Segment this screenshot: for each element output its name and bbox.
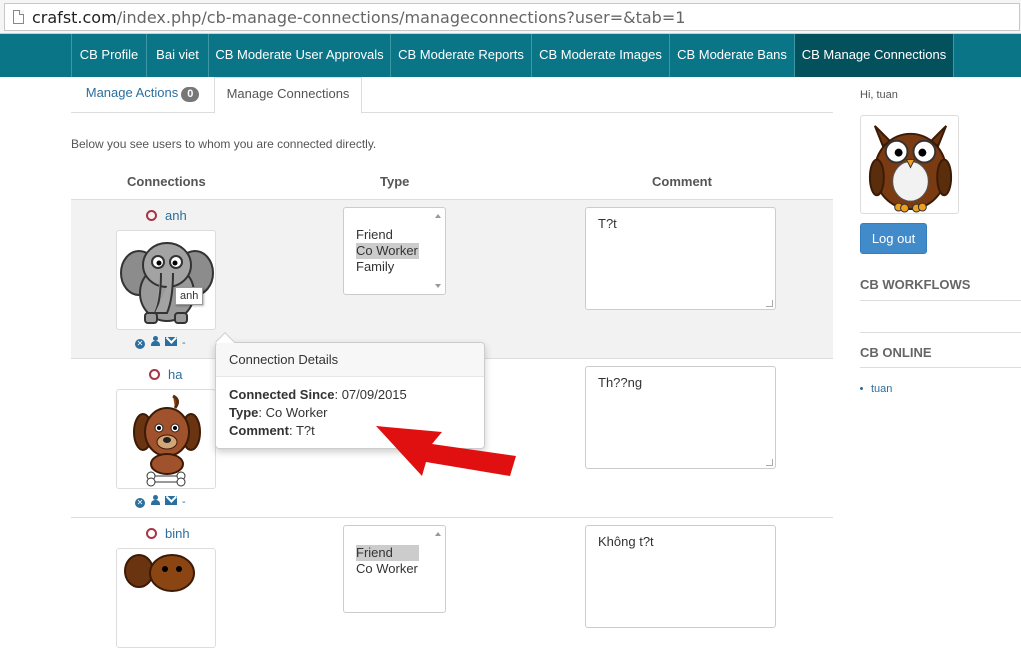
page-icon <box>13 10 24 24</box>
remove-icon[interactable]: ✕ <box>135 339 145 349</box>
greeting-text: Hi, tuan <box>860 89 898 101</box>
beaver-avatar-icon <box>124 554 195 592</box>
remove-circle-icon <box>146 528 157 539</box>
mail-icon[interactable] <box>165 496 177 505</box>
actions-count-badge: 0 <box>181 87 200 102</box>
connection-actions: ✕ - <box>135 336 191 349</box>
profile-icon[interactable] <box>150 495 160 505</box>
nav-tab-bai-viet[interactable]: Bai viet <box>147 34 209 77</box>
type-option-selected[interactable]: Co Worker <box>356 243 419 259</box>
divider <box>860 332 1021 333</box>
type-option[interactable]: Friend <box>356 227 419 243</box>
type-option[interactable]: Family <box>356 259 419 275</box>
nav-tab-cb-profile[interactable]: CB Profile <box>71 34 147 77</box>
browser-address-bar: crafst.com/index.php/cb-manage-connectio… <box>0 0 1021 34</box>
scroll-down-icon[interactable] <box>435 284 441 288</box>
comment-field-binh[interactable]: Không t?t <box>585 525 776 628</box>
connection-actions: ✕ - <box>135 495 191 508</box>
avatar-anh[interactable] <box>116 230 216 330</box>
select-scrollbar[interactable] <box>432 208 445 294</box>
mail-icon[interactable] <box>165 337 177 346</box>
avatar-binh[interactable] <box>116 548 216 648</box>
cb-online-heading: CB ONLINE <box>860 345 932 360</box>
nav-tab-moderate-reports[interactable]: CB Moderate Reports <box>391 34 532 77</box>
owl-avatar-icon <box>868 125 953 213</box>
nav-tab-manage-connections[interactable]: CB Manage Connections <box>795 34 954 77</box>
url-field[interactable]: crafst.com/index.php/cb-manage-connectio… <box>4 3 1020 31</box>
comment-field-ha[interactable]: Th??ng <box>585 366 776 469</box>
type-option-selected[interactable]: Friend <box>356 545 419 561</box>
intro-text: Below you see users to whom you are conn… <box>71 137 377 151</box>
column-header-type: Type <box>380 174 410 189</box>
resize-grip-icon[interactable] <box>766 300 773 307</box>
popover-title: Connection Details <box>216 343 484 377</box>
elephant-avatar-icon <box>120 242 214 324</box>
url-text: crafst.com/index.php/cb-manage-connectio… <box>32 8 686 27</box>
user-link-binh[interactable]: binh <box>146 526 190 541</box>
user-link-anh[interactable]: anh <box>146 208 187 223</box>
username-tooltip: anh <box>175 287 204 305</box>
profile-icon[interactable] <box>150 336 160 346</box>
online-user-tuan[interactable]: tuan <box>860 383 892 395</box>
column-header-comment: Comment <box>652 174 712 189</box>
tab-manage-actions[interactable]: Manage Actions 0 <box>71 77 214 113</box>
bullet-icon <box>860 387 863 390</box>
cb-workflows-heading: CB WORKFLOWS <box>860 277 971 292</box>
type-select-anh[interactable]: Friend Co Worker Family <box>343 207 446 295</box>
divider <box>860 367 1021 368</box>
user-avatar[interactable] <box>860 115 959 214</box>
avatar-ha[interactable] <box>116 389 216 489</box>
remove-circle-icon <box>149 369 160 380</box>
red-arrow-icon <box>376 426 516 476</box>
connection-tabs: Manage Actions 0 Manage Connections <box>71 77 833 114</box>
top-navigation: CB Profile Bai viet CB Moderate User App… <box>0 34 1021 77</box>
remove-icon[interactable]: ✕ <box>135 498 145 508</box>
comment-field-anh[interactable]: T?t <box>585 207 776 310</box>
column-header-connections: Connections <box>127 174 206 189</box>
action-separator: - <box>182 337 186 349</box>
logout-button[interactable]: Log out <box>860 223 927 254</box>
user-link-ha[interactable]: ha <box>149 367 182 382</box>
dog-avatar-icon <box>133 394 201 487</box>
nav-tab-moderate-user-approvals[interactable]: CB Moderate User Approvals <box>209 34 391 77</box>
action-separator: - <box>182 496 186 508</box>
scroll-up-icon[interactable] <box>435 532 441 536</box>
type-select-binh[interactable]: Friend Co Worker <box>343 525 446 613</box>
nav-tab-moderate-bans[interactable]: CB Moderate Bans <box>670 34 795 77</box>
tab-manage-connections[interactable]: Manage Connections <box>214 77 362 114</box>
scroll-up-icon[interactable] <box>435 214 441 218</box>
nav-tab-moderate-images[interactable]: CB Moderate Images <box>532 34 670 77</box>
resize-grip-icon[interactable] <box>766 459 773 466</box>
remove-circle-icon <box>146 210 157 221</box>
divider <box>860 300 1021 301</box>
select-scrollbar[interactable] <box>432 526 445 612</box>
